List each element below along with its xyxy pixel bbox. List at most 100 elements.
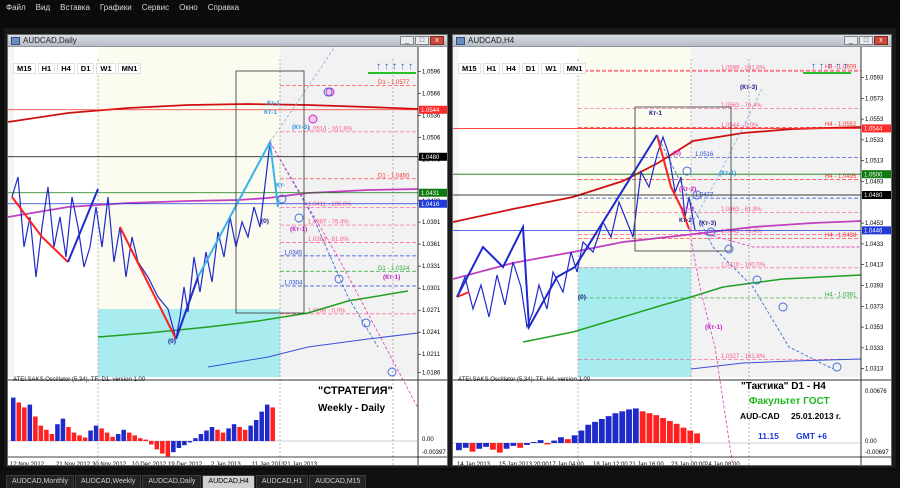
oscillator-bar bbox=[503, 443, 510, 449]
wave-label: (Кт-3) bbox=[699, 220, 716, 227]
chart-icon bbox=[11, 36, 20, 45]
menu-charts[interactable]: Графики bbox=[95, 3, 137, 12]
chart-titlebar[interactable]: AUDCAD,H4 _ □ x bbox=[453, 35, 891, 47]
level-label: 1.0463 - 61.8% bbox=[721, 207, 762, 213]
price-tick-label: 1.0573 bbox=[865, 96, 884, 102]
price-tick-label: 1.0211 bbox=[422, 352, 441, 358]
level-label: H4 - 1.0381 bbox=[825, 292, 857, 298]
oscillator-bar bbox=[530, 442, 537, 443]
tf-mn1-button[interactable]: MN1 bbox=[562, 63, 587, 74]
tab-audcad-weekly[interactable]: AUDCAD,Weekly bbox=[75, 475, 142, 488]
buy-arrow-icon: ↑ bbox=[819, 61, 824, 72]
date-tick-label: 21 Nov 2012 bbox=[56, 462, 91, 466]
close-button[interactable]: x bbox=[430, 36, 444, 45]
oscillator-bar bbox=[49, 434, 55, 441]
maximize-button[interactable]: □ bbox=[415, 36, 429, 45]
chart-window-daily[interactable]: AUDCAD,Daily _ □ x D1 - 1.0577 D1 - 1.045… bbox=[7, 34, 448, 466]
cyan-zone bbox=[98, 309, 280, 377]
minimize-button[interactable]: _ bbox=[400, 36, 414, 45]
oscillator-bar bbox=[571, 435, 578, 443]
minimize-button[interactable]: _ bbox=[844, 36, 858, 45]
oscillator-bar bbox=[99, 428, 104, 441]
tab-audcad-daily[interactable]: AUDCAD,Daily bbox=[142, 475, 202, 488]
price-tag-label: 1.0544 bbox=[864, 127, 883, 133]
oscillator-bar bbox=[237, 427, 242, 441]
oscillator-bar bbox=[22, 407, 27, 441]
menu-bar: Файл Вид Вставка Графики Сервис Окно Спр… bbox=[0, 0, 900, 14]
tactic-pair: AUD-CAD bbox=[740, 411, 780, 421]
level-label: 1.0410 - 100.0% bbox=[721, 262, 766, 268]
oscillator-bar bbox=[176, 441, 182, 448]
tab-audcad-h4[interactable]: AUDCAD,H4 bbox=[202, 475, 255, 488]
oscillator-bar bbox=[226, 428, 231, 441]
price-tag-label: 1.0544 bbox=[421, 108, 440, 114]
wave-label: Кт-1 bbox=[649, 110, 662, 117]
oscillator-bar bbox=[143, 439, 149, 441]
tf-m15-button[interactable]: M15 bbox=[458, 63, 481, 74]
level-label: D1 - 1.0577 bbox=[378, 80, 410, 86]
date-tick-label: 10 Dec 2012 bbox=[132, 462, 167, 466]
wave-label: (0) bbox=[168, 338, 176, 345]
tf-d1-button[interactable]: D1 bbox=[76, 63, 95, 74]
oscillator-bar bbox=[598, 419, 605, 443]
menu-tools[interactable]: Сервис bbox=[137, 3, 174, 12]
wave-label: (Кт-2) bbox=[679, 186, 696, 193]
menu-insert[interactable]: Вставка bbox=[55, 3, 95, 12]
oscillator-bar bbox=[88, 430, 93, 441]
level-label: H4 - 1.0438 bbox=[825, 233, 857, 239]
tf-m15-button[interactable]: M15 bbox=[13, 63, 36, 74]
tab-audcad-m15[interactable]: AUDCAD,M15 bbox=[309, 475, 367, 488]
tf-w1-button[interactable]: W1 bbox=[96, 63, 116, 74]
oscillator-bar bbox=[77, 435, 82, 441]
level-label: 1.0411 - 100.0% bbox=[308, 202, 352, 208]
menu-help[interactable]: Справка bbox=[203, 3, 244, 12]
oscillator-bar bbox=[220, 432, 226, 441]
oscillator-bar bbox=[585, 424, 592, 443]
menu-file[interactable]: Файл bbox=[0, 3, 31, 12]
buy-arrow-icon: ↑ bbox=[827, 61, 832, 72]
tf-h4-button[interactable]: H4 bbox=[57, 63, 75, 74]
chart-window-h4[interactable]: AUDCAD,H4 _ □ x H4 - 1.0609 H4 - 1.0552 H4… bbox=[452, 34, 892, 466]
wave-label: Кт-2 bbox=[679, 217, 692, 224]
terminal-window: Файл Вид Вставка Графики Сервис Окно Спр… bbox=[0, 0, 900, 488]
tactic-school: Факультет ГОСТ bbox=[749, 396, 830, 407]
tf-h4-button[interactable]: H4 bbox=[502, 63, 520, 74]
tf-h1-button[interactable]: H1 bbox=[37, 63, 56, 74]
price-tick-label: 1.0333 bbox=[865, 346, 884, 352]
level-label: 1.0477 bbox=[695, 193, 714, 199]
date-tick-label: 23 Jan 00:00 bbox=[671, 462, 706, 466]
close-button[interactable]: x bbox=[874, 36, 888, 45]
price-tick-label: 1.0313 bbox=[865, 367, 884, 373]
tf-d1-button[interactable]: D1 bbox=[521, 63, 540, 74]
chart-titlebar[interactable]: AUDCAD,Daily _ □ x bbox=[8, 35, 447, 47]
date-tick-label: 12 Nov 2012 bbox=[10, 462, 45, 466]
tf-w1-button[interactable]: W1 bbox=[541, 63, 561, 74]
history-zone bbox=[8, 47, 14, 377]
oscillator-bar bbox=[242, 429, 248, 441]
wave-label: (Кт-1) bbox=[719, 170, 736, 177]
timeframe-toolbar: M15 H1 H4 D1 W1 MN1 bbox=[458, 63, 587, 74]
tf-h1-button[interactable]: H1 bbox=[482, 63, 501, 74]
menu-window[interactable]: Окно bbox=[174, 3, 203, 12]
price-tag-label: 1.0500 bbox=[864, 172, 883, 178]
target-circle bbox=[308, 114, 318, 124]
oscillator-bar bbox=[544, 443, 551, 445]
oscillator-bar bbox=[149, 441, 154, 445]
date-tick-label: 14 Jan 2013 bbox=[457, 462, 491, 466]
tab-audcad-monthly[interactable]: AUDCAD,Monthly bbox=[6, 475, 75, 488]
oscillator-bar bbox=[456, 443, 462, 451]
level-label: D1 - 1.0324 bbox=[378, 266, 410, 272]
tab-audcad-h1[interactable]: AUDCAD,H1 bbox=[255, 475, 309, 488]
wave-label: (0) bbox=[261, 218, 269, 225]
tf-mn1-button[interactable]: MN1 bbox=[117, 63, 142, 74]
oscillator-bar bbox=[687, 430, 694, 443]
price-tick-label: 1.0596 bbox=[422, 70, 441, 76]
oscillator-bar bbox=[115, 434, 121, 441]
maximize-button[interactable]: □ bbox=[859, 36, 873, 45]
oscillator-bar bbox=[646, 413, 653, 443]
oscillator-bar bbox=[16, 402, 22, 441]
level-label: 1.0304 bbox=[284, 280, 303, 286]
menu-view[interactable]: Вид bbox=[31, 3, 55, 12]
oscillator-bar bbox=[605, 416, 612, 443]
date-tick-label: 21 Jan 2013 bbox=[284, 462, 318, 466]
